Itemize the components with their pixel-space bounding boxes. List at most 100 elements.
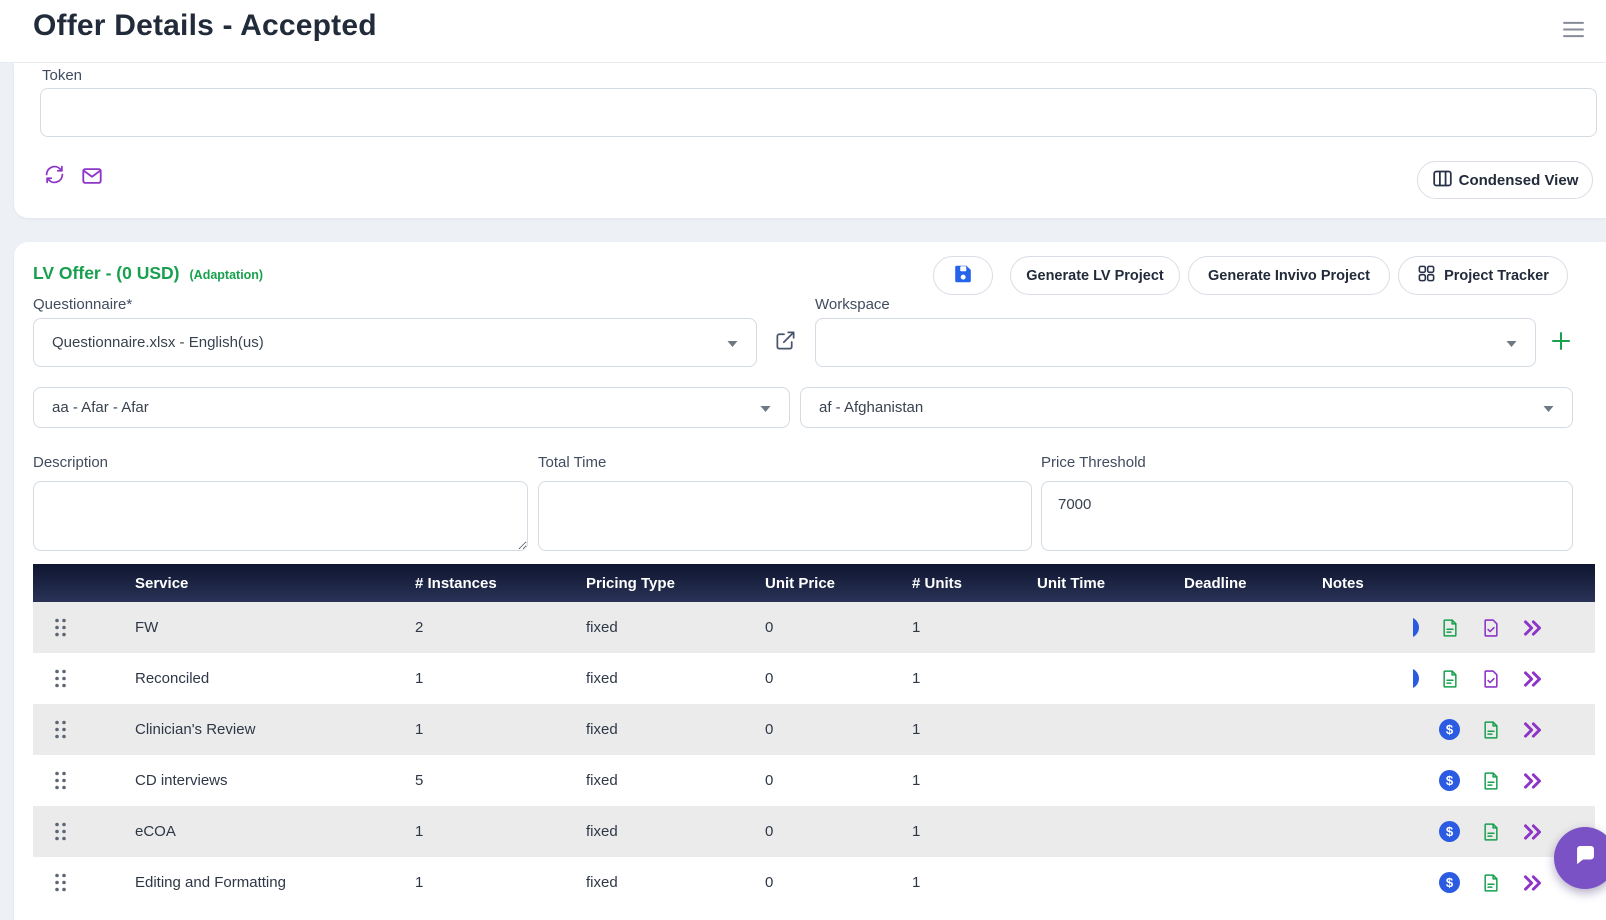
double-chevron-icon[interactable] bbox=[1522, 721, 1543, 739]
column-header-units: # Units bbox=[912, 575, 1037, 592]
condensed-view-button[interactable]: Condensed View bbox=[1417, 161, 1593, 199]
pricing-type-cell: fixed bbox=[586, 874, 765, 891]
unit-price-cell: 0 bbox=[765, 772, 912, 789]
document-icon[interactable] bbox=[1481, 873, 1501, 893]
double-chevron-icon[interactable] bbox=[1522, 823, 1543, 841]
services-table-header: Service # Instances Pricing Type Unit Pr… bbox=[33, 564, 1595, 602]
price-threshold-label: Price Threshold bbox=[1041, 454, 1146, 471]
column-header-instances: # Instances bbox=[415, 575, 586, 592]
token-card: Token Condensed View bbox=[14, 62, 1606, 218]
questionnaire-select[interactable]: Questionnaire.xlsx - English(us) bbox=[33, 318, 757, 367]
column-header-unit-price: Unit Price bbox=[765, 575, 912, 592]
total-time-label: Total Time bbox=[538, 454, 606, 471]
column-header-service: Service bbox=[135, 575, 415, 592]
chevron-down-icon bbox=[727, 334, 738, 351]
drag-handle-icon[interactable] bbox=[53, 872, 68, 893]
units-cell: 1 bbox=[912, 670, 1037, 687]
condensed-view-label: Condensed View bbox=[1459, 172, 1579, 189]
drag-handle-icon[interactable] bbox=[53, 821, 68, 842]
unit-price-cell: 0 bbox=[765, 670, 912, 687]
table-row: eCOA1fixed01$ bbox=[33, 806, 1595, 857]
document-check-icon[interactable] bbox=[1481, 618, 1501, 638]
instances-cell: 1 bbox=[415, 874, 586, 891]
dollar-icon[interactable]: $ bbox=[1439, 821, 1460, 842]
double-chevron-icon[interactable] bbox=[1522, 874, 1543, 892]
total-time-input[interactable] bbox=[538, 481, 1032, 551]
double-chevron-icon[interactable] bbox=[1522, 670, 1543, 688]
units-cell: 1 bbox=[912, 772, 1037, 789]
drag-handle-icon[interactable] bbox=[53, 770, 68, 791]
country-select[interactable]: af - Afghanistan bbox=[800, 387, 1573, 428]
workspace-select[interactable] bbox=[815, 318, 1536, 367]
price-threshold-input[interactable] bbox=[1041, 481, 1573, 551]
service-cell: CD interviews bbox=[135, 772, 415, 789]
column-header-notes: Notes bbox=[1322, 575, 1413, 592]
grid-icon bbox=[1417, 264, 1436, 287]
generate-invivo-project-label: Generate Invivo Project bbox=[1208, 268, 1370, 284]
instances-cell: 1 bbox=[415, 823, 586, 840]
instances-cell: 5 bbox=[415, 772, 586, 789]
units-cell: 1 bbox=[912, 721, 1037, 738]
page-title: Offer Details - Accepted bbox=[33, 9, 377, 43]
units-cell: 1 bbox=[912, 619, 1037, 636]
token-input[interactable] bbox=[40, 88, 1597, 137]
table-row: Editing and Formatting1fixed01$ bbox=[33, 857, 1595, 908]
column-header-deadline: Deadline bbox=[1184, 575, 1322, 592]
mail-icon[interactable] bbox=[81, 165, 103, 187]
double-chevron-icon[interactable] bbox=[1522, 772, 1543, 790]
plus-icon[interactable] bbox=[1549, 329, 1573, 353]
document-icon[interactable] bbox=[1440, 618, 1460, 638]
double-chevron-icon[interactable] bbox=[1522, 619, 1543, 637]
units-cell: 1 bbox=[912, 874, 1037, 891]
dollar-icon[interactable]: $ bbox=[1413, 617, 1419, 638]
dollar-icon[interactable]: $ bbox=[1439, 872, 1460, 893]
column-header-pricing-type: Pricing Type bbox=[586, 575, 765, 592]
dollar-icon[interactable]: $ bbox=[1439, 719, 1460, 740]
pricing-type-cell: fixed bbox=[586, 772, 765, 789]
language-select[interactable]: aa - Afar - Afar bbox=[33, 387, 790, 428]
service-cell: Reconciled bbox=[135, 670, 415, 687]
generate-lv-project-label: Generate LV Project bbox=[1026, 268, 1164, 284]
offer-details-page: Offer Details - Accepted Token Condensed… bbox=[0, 0, 1606, 920]
save-button[interactable] bbox=[933, 256, 993, 295]
menu-icon[interactable] bbox=[1562, 21, 1585, 38]
generate-lv-project-button[interactable]: Generate LV Project bbox=[1010, 256, 1180, 295]
chevron-down-icon bbox=[1543, 399, 1554, 416]
table-row: CD interviews5fixed01 $ bbox=[33, 755, 1595, 806]
drag-handle-icon[interactable] bbox=[53, 617, 68, 638]
description-textarea[interactable] bbox=[33, 481, 528, 551]
chevron-down-icon bbox=[760, 399, 771, 416]
document-check-icon[interactable] bbox=[1481, 669, 1501, 689]
questionnaire-label: Questionnaire* bbox=[33, 296, 132, 313]
services-table: Service # Instances Pricing Type Unit Pr… bbox=[33, 564, 1595, 908]
dollar-icon[interactable]: $ bbox=[1413, 668, 1419, 689]
service-cell: eCOA bbox=[135, 823, 415, 840]
svg-text:$: $ bbox=[1446, 722, 1454, 737]
units-cell: 1 bbox=[912, 823, 1037, 840]
pricing-type-cell: fixed bbox=[586, 670, 765, 687]
offer-card: LV Offer - (0 USD)(Adaptation) Generate … bbox=[14, 242, 1606, 920]
offer-badge: (Adaptation) bbox=[190, 268, 264, 282]
pricing-type-cell: fixed bbox=[586, 823, 765, 840]
svg-text:$: $ bbox=[1446, 824, 1454, 839]
document-icon[interactable] bbox=[1481, 822, 1501, 842]
document-icon[interactable] bbox=[1481, 771, 1501, 791]
project-tracker-button[interactable]: Project Tracker bbox=[1398, 256, 1568, 295]
save-icon bbox=[952, 263, 974, 289]
document-icon[interactable] bbox=[1481, 720, 1501, 740]
dollar-icon[interactable]: $ bbox=[1439, 770, 1460, 791]
refresh-icon[interactable] bbox=[44, 164, 66, 186]
document-icon[interactable] bbox=[1440, 669, 1460, 689]
language-value: aa - Afar - Afar bbox=[52, 399, 149, 416]
drag-handle-icon[interactable] bbox=[53, 719, 68, 740]
unit-price-cell: 0 bbox=[765, 874, 912, 891]
unit-price-cell: 0 bbox=[765, 823, 912, 840]
drag-handle-icon[interactable] bbox=[53, 668, 68, 689]
table-row: Clinician's Review1fixed01$ bbox=[33, 704, 1595, 755]
columns-icon bbox=[1432, 168, 1453, 193]
generate-invivo-project-button[interactable]: Generate Invivo Project bbox=[1188, 256, 1390, 295]
external-link-icon[interactable] bbox=[774, 329, 798, 353]
description-label: Description bbox=[33, 454, 108, 471]
service-cell: FW bbox=[135, 619, 415, 636]
unit-price-cell: 0 bbox=[765, 721, 912, 738]
